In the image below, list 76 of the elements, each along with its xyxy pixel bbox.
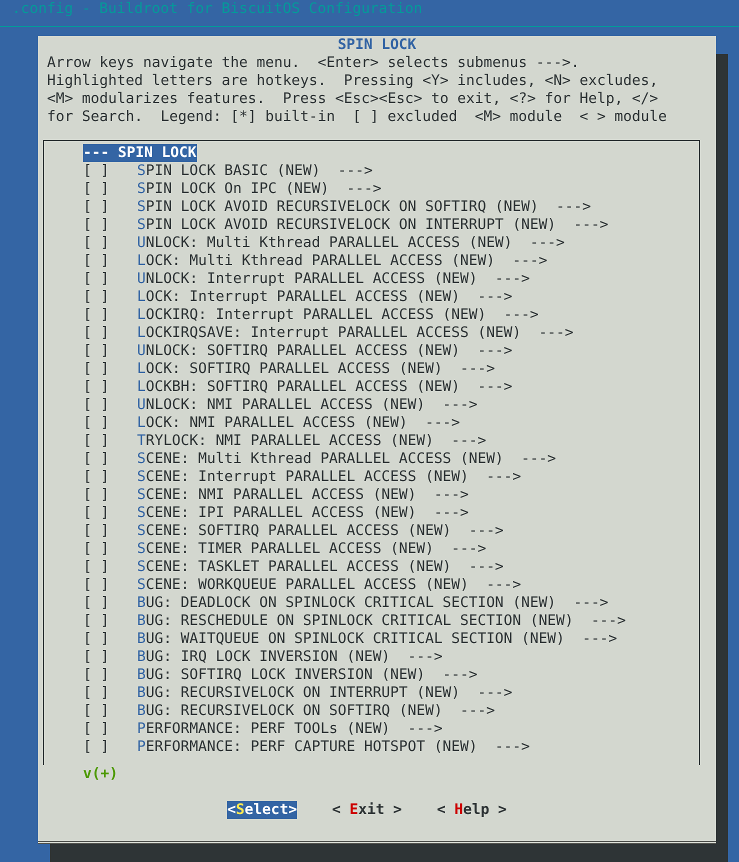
checkbox[interactable]: [ ] — [83, 648, 110, 666]
checkbox[interactable]: [ ] — [83, 396, 110, 414]
checkbox[interactable]: [ ] — [83, 576, 110, 594]
checkbox[interactable]: [ ] — [83, 684, 110, 702]
menu-item[interactable]: PERFORMANCE: PERF CAPTURE HOTSPOT (NEW) ---> — [137, 738, 530, 756]
menu-item[interactable]: SPIN LOCK BASIC (NEW) ---> — [137, 162, 373, 180]
menu-item[interactable]: LOCK: NMI PARALLEL ACCESS (NEW) ---> — [137, 414, 460, 432]
menu-item[interactable]: PERFORMANCE: PERF TOOLs (NEW) ---> — [137, 720, 443, 738]
checkbox[interactable]: [ ] — [83, 450, 110, 468]
checkbox[interactable]: [ ] — [83, 720, 110, 738]
menu-item[interactable]: LOCKIRQ: Interrupt PARALLEL ACCESS (NEW) ---> — [137, 306, 539, 324]
checkbox[interactable]: [ ] — [83, 594, 110, 612]
menu-item[interactable]: SCENE: SOFTIRQ PARALLEL ACCESS (NEW) ---> — [137, 522, 504, 540]
menu-item[interactable]: SCENE: TIMER PARALLEL ACCESS (NEW) ---> — [137, 540, 486, 558]
checkbox[interactable]: [ ] — [83, 522, 110, 540]
checkbox[interactable]: [ ] — [83, 414, 110, 432]
menu-item[interactable]: LOCK: Multi Kthread PARALLEL ACCESS (NEW) ---> — [137, 252, 548, 270]
checkbox[interactable]: [ ] — [83, 504, 110, 522]
checkbox[interactable]: [ ] — [83, 342, 110, 360]
checkbox[interactable]: [ ] — [83, 198, 110, 216]
checkbox[interactable]: [ ] — [83, 486, 110, 504]
checkbox[interactable]: [ ] — [83, 288, 110, 306]
menu-item[interactable]: SPIN LOCK AVOID RECURSIVELOCK ON INTERRUPT (NEW) ---> — [137, 216, 608, 234]
checkbox[interactable]: [ ] — [83, 270, 110, 288]
menu-item[interactable]: SCENE: WORKQUEUE PARALLEL ACCESS (NEW) ---> — [137, 576, 522, 594]
menu-item[interactable]: SPIN LOCK AVOID RECURSIVELOCK ON SOFTIRQ (NEW) ---> — [137, 198, 591, 216]
checkbox[interactable]: [ ] — [83, 630, 110, 648]
menu-item[interactable]: LOCKIRQSAVE: Interrupt PARALLEL ACCESS (NEW) ---> — [137, 324, 574, 342]
checkbox[interactable]: [ ] — [83, 252, 110, 270]
menu-item[interactable]: BUG: RESCHEDULE ON SPINLOCK CRITICAL SECTION (NEW) ---> — [137, 612, 626, 630]
dialog-button[interactable]: < Exit > — [332, 801, 402, 819]
menu-item[interactable]: SCENE: IPI PARALLEL ACCESS (NEW) ---> — [137, 504, 469, 522]
checkbox[interactable]: [ ] — [83, 162, 110, 180]
menu-item[interactable]: UNLOCK: SOFTIRQ PARALLEL ACCESS (NEW) ---> — [137, 342, 512, 360]
menu-item[interactable]: BUG: DEADLOCK ON SPINLOCK CRITICAL SECTION (NEW) ---> — [137, 594, 608, 612]
dialog-title: SPIN LOCK — [338, 36, 416, 54]
checkbox[interactable]: [ ] — [83, 360, 110, 378]
checkbox[interactable]: [ ] — [83, 612, 110, 630]
menu-item[interactable]: UNLOCK: Interrupt PARALLEL ACCESS (NEW) ---> — [137, 270, 530, 288]
checkbox[interactable]: [ ] — [83, 558, 110, 576]
checkbox[interactable]: [ ] — [83, 216, 110, 234]
menu-item[interactable]: BUG: WAITQUEUE ON SPINLOCK CRITICAL SECTION (NEW) ---> — [137, 630, 618, 648]
menu-item[interactable]: BUG: SOFTIRQ LOCK INVERSION (NEW) ---> — [137, 666, 478, 684]
menu-item[interactable]: SCENE: NMI PARALLEL ACCESS (NEW) ---> — [137, 486, 469, 504]
menu-item[interactable]: SCENE: Multi Kthread PARALLEL ACCESS (NEW) ---> — [137, 450, 556, 468]
menu-item[interactable]: TRYLOCK: NMI PARALLEL ACCESS (NEW) ---> — [137, 432, 486, 450]
checkbox[interactable]: [ ] — [83, 738, 110, 756]
menu-item[interactable]: BUG: RECURSIVELOCK ON INTERRUPT (NEW) ---> — [137, 684, 512, 702]
dialog-button[interactable]: <Select> — [227, 801, 298, 819]
menu-item[interactable]: UNLOCK: NMI PARALLEL ACCESS (NEW) ---> — [137, 396, 478, 414]
menu-item[interactable]: UNLOCK: Multi Kthread PARALLEL ACCESS (NEW) ---> — [137, 234, 565, 252]
dialog-button[interactable]: < Help > — [436, 801, 507, 819]
help-text-line: for Search. Legend: [*] built-in [ ] excluded <M> module < > module — [47, 108, 668, 126]
checkbox[interactable]: [ ] — [83, 234, 110, 252]
checkbox[interactable]: [ ] — [83, 306, 110, 324]
menu-item[interactable]: BUG: IRQ LOCK INVERSION (NEW) ---> — [137, 648, 443, 666]
checkbox[interactable]: [ ] — [83, 666, 110, 684]
checkbox[interactable]: [ ] — [83, 702, 110, 720]
checkbox[interactable]: [ ] — [83, 432, 110, 450]
menu-item[interactable]: LOCK: SOFTIRQ PARALLEL ACCESS (NEW) ---> — [137, 360, 495, 378]
checkbox[interactable]: [ ] — [83, 468, 110, 486]
menu-header[interactable]: --- SPIN LOCK — [83, 144, 196, 162]
menu-item[interactable]: SCENE: Interrupt PARALLEL ACCESS (NEW) ---> — [137, 468, 522, 486]
menu-item[interactable]: LOCKBH: SOFTIRQ PARALLEL ACCESS (NEW) ---> — [137, 378, 512, 396]
menu-item[interactable]: LOCK: Interrupt PARALLEL ACCESS (NEW) ---> — [137, 288, 512, 306]
menu-item[interactable]: SCENE: TASKLET PARALLEL ACCESS (NEW) ---> — [137, 558, 504, 576]
checkbox[interactable]: [ ] — [83, 540, 110, 558]
checkbox[interactable]: [ ] — [83, 180, 110, 198]
help-text-line: Highlighted letters are hotkeys. Pressing <Y> includes, <N> excludes, — [47, 72, 660, 90]
help-text-line: Arrow keys navigate the menu. <Enter> selects submenus --->. — [47, 54, 581, 72]
help-text-line: <M> modularizes features. Press <Esc><Esc> to exit, <?> for Help, </> — [47, 90, 660, 108]
scroll-more-indicator: v(+) — [83, 766, 118, 782]
menu-item[interactable]: SPIN LOCK On IPC (NEW) ---> — [137, 180, 382, 198]
checkbox[interactable]: [ ] — [83, 378, 110, 396]
checkbox[interactable]: [ ] — [83, 324, 110, 342]
menu-item[interactable]: BUG: RECURSIVELOCK ON SOFTIRQ (NEW) ---> — [137, 702, 495, 720]
